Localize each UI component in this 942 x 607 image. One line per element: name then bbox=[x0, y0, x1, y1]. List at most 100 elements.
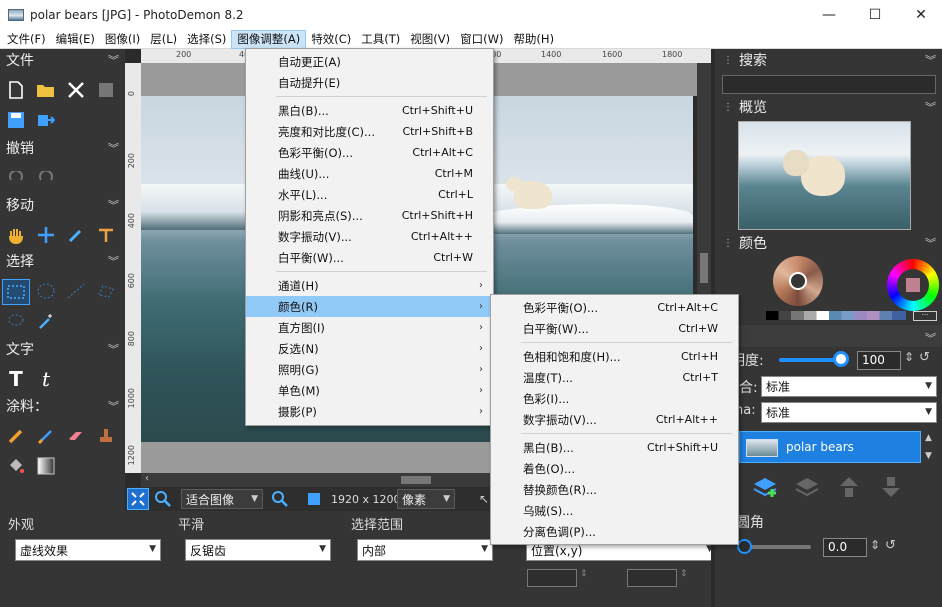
smooth-select[interactable]: 反锯齿 ▼ bbox=[185, 539, 331, 561]
save-disabled-icon[interactable] bbox=[94, 78, 118, 102]
layer-scroll-up-icon[interactable]: ▲ bbox=[925, 433, 932, 443]
menu-image[interactable]: 图像(I) bbox=[100, 30, 145, 49]
menu-item[interactable]: 通道(H) › bbox=[246, 275, 491, 296]
color-panel-header[interactable]: ⋮ 颜色 ︾ bbox=[717, 232, 942, 254]
typography-tool-icon[interactable]: t bbox=[34, 367, 58, 391]
menu-item[interactable]: 黑白(B)... Ctrl+Shift+U bbox=[246, 100, 491, 121]
color-wheel-small[interactable] bbox=[773, 256, 823, 306]
move-panel-header[interactable]: 移动 ︾ bbox=[0, 194, 125, 216]
menu-item[interactable]: 曲线(U)... Ctrl+M bbox=[246, 163, 491, 184]
spinner-icon[interactable]: ⇕ bbox=[870, 538, 880, 552]
spinner-icon[interactable]: ⇕ bbox=[904, 350, 914, 364]
text-panel-header[interactable]: 文字 ︾ bbox=[0, 338, 125, 360]
menu-item[interactable]: 照明(G) › bbox=[246, 359, 491, 380]
menu-effects[interactable]: 特效(C) bbox=[306, 30, 356, 49]
position-y-input[interactable] bbox=[627, 569, 677, 587]
fit-screen-icon[interactable] bbox=[127, 488, 149, 510]
clone-stamp-icon[interactable] bbox=[94, 424, 118, 448]
menu-edit[interactable]: 编辑(E) bbox=[51, 30, 100, 49]
move-layer-down-icon[interactable] bbox=[877, 473, 905, 501]
scroll-left-icon[interactable]: ‹ bbox=[145, 473, 149, 484]
menu-item[interactable]: 数字振动(V)... Ctrl+Alt++ bbox=[246, 226, 491, 247]
color-swatches[interactable] bbox=[766, 311, 906, 320]
hscroll-thumb[interactable] bbox=[401, 476, 431, 484]
menu-item[interactable]: 温度(T)... Ctrl+T bbox=[491, 367, 736, 388]
menu-item[interactable]: 摄影(P) › bbox=[246, 401, 491, 422]
opacity-slider-handle[interactable] bbox=[833, 351, 849, 367]
close-image-icon[interactable] bbox=[64, 78, 88, 102]
move-layer-up-icon[interactable] bbox=[835, 473, 863, 501]
layers-panel-header[interactable]: ︾ bbox=[717, 325, 942, 347]
menu-item[interactable]: 直方图(I) › bbox=[246, 317, 491, 338]
menu-item[interactable]: 颜色(R) › bbox=[246, 296, 491, 317]
zoom-out-icon[interactable] bbox=[152, 488, 174, 510]
menu-adjustments[interactable]: 图像调整(A) bbox=[231, 29, 307, 49]
spinner-icon[interactable]: ⇕ bbox=[680, 569, 688, 579]
file-panel-header[interactable]: 文件 ︾ bbox=[0, 49, 125, 71]
menu-item[interactable]: 白平衡(W)... Ctrl+W bbox=[491, 318, 736, 339]
gradient-icon[interactable] bbox=[34, 454, 58, 478]
corner-slider-handle[interactable] bbox=[737, 539, 752, 554]
ellipse-select-icon[interactable] bbox=[34, 279, 58, 303]
menu-item[interactable]: 着色(O)... bbox=[491, 458, 736, 479]
reset-icon[interactable]: ↺ bbox=[885, 538, 896, 553]
opacity-input[interactable]: 100 bbox=[857, 351, 901, 370]
vscroll-thumb[interactable] bbox=[700, 253, 708, 283]
menu-item[interactable]: 色相和饱和度(H)... Ctrl+H bbox=[491, 346, 736, 367]
more-swatches-icon[interactable]: ··· bbox=[913, 311, 937, 321]
menu-layer[interactable]: 层(L) bbox=[145, 30, 182, 49]
add-layer-icon[interactable] bbox=[751, 473, 779, 501]
menu-item[interactable]: 白平衡(W)... Ctrl+W bbox=[246, 247, 491, 268]
text-tool-icon[interactable]: T bbox=[4, 367, 28, 391]
menu-item[interactable]: 反选(N) › bbox=[246, 338, 491, 359]
paint-panel-header[interactable]: 涂料： ︾ bbox=[0, 395, 125, 417]
save-icon[interactable] bbox=[4, 108, 28, 132]
reset-icon[interactable]: ↺ bbox=[919, 350, 930, 365]
alpha-mode-select[interactable]: 标准 ▼ bbox=[761, 402, 937, 423]
corner-radius-input[interactable]: 0.0 bbox=[823, 538, 867, 557]
hand-icon[interactable] bbox=[4, 223, 28, 247]
hue-wheel[interactable] bbox=[887, 259, 939, 311]
maximize-button[interactable]: ☐ bbox=[852, 0, 898, 30]
menu-item[interactable]: 阴影和亮点(S)... Ctrl+Shift+H bbox=[246, 205, 491, 226]
overview-thumbnail[interactable] bbox=[738, 121, 911, 230]
search-panel-header[interactable]: ⋮ 搜索 ︾ bbox=[717, 49, 942, 71]
zoom-mode-select[interactable]: 适合图像 ▼ bbox=[181, 489, 263, 509]
menu-item[interactable]: 替换颜色(R)... bbox=[491, 479, 736, 500]
menu-item[interactable]: 自动提升(E) bbox=[246, 72, 491, 93]
select-panel-header[interactable]: 选择 ︾ bbox=[0, 250, 125, 272]
undo-panel-header[interactable]: 撤销 ︾ bbox=[0, 137, 125, 159]
blend-mode-select[interactable]: 标准 ▼ bbox=[761, 376, 937, 397]
menu-item[interactable]: 色彩平衡(O)... Ctrl+Alt+C bbox=[491, 297, 736, 318]
menu-item[interactable]: 色彩(I)... bbox=[491, 388, 736, 409]
lasso-select-icon[interactable] bbox=[4, 309, 28, 333]
menu-select[interactable]: 选择(S) bbox=[182, 30, 231, 49]
measure-icon[interactable] bbox=[94, 223, 118, 247]
layer-row[interactable]: polar bears bbox=[739, 431, 921, 463]
menu-item[interactable]: 黑白(B)... Ctrl+Shift+U bbox=[491, 437, 736, 458]
polygon-select-icon[interactable] bbox=[94, 279, 118, 303]
menu-window[interactable]: 窗口(W) bbox=[455, 30, 508, 49]
menu-item[interactable]: 水平(L)... Ctrl+L bbox=[246, 184, 491, 205]
rect-select-icon[interactable] bbox=[2, 279, 30, 305]
menu-item[interactable]: 乌贼(S)... bbox=[491, 500, 736, 521]
zoom-in-icon[interactable] bbox=[269, 488, 291, 510]
open-folder-icon[interactable] bbox=[34, 78, 58, 102]
new-file-icon[interactable] bbox=[4, 78, 28, 102]
line-select-icon[interactable] bbox=[64, 279, 88, 303]
position-x-input[interactable] bbox=[527, 569, 577, 587]
redo-icon[interactable] bbox=[34, 166, 58, 190]
eraser-icon[interactable] bbox=[64, 424, 88, 448]
fill-bucket-icon[interactable] bbox=[4, 454, 28, 478]
export-icon[interactable] bbox=[34, 108, 58, 132]
menu-file[interactable]: 文件(F) bbox=[2, 30, 51, 49]
menu-item[interactable]: 自动更正(A) bbox=[246, 51, 491, 72]
appearance-select[interactable]: 虚线效果 ▼ bbox=[15, 539, 161, 561]
selection-range-select[interactable]: 内部 ▼ bbox=[357, 539, 493, 561]
menu-help[interactable]: 帮助(H) bbox=[508, 30, 559, 49]
pencil-icon[interactable] bbox=[4, 424, 28, 448]
move-arrows-icon[interactable] bbox=[34, 223, 58, 247]
menu-item[interactable]: 分离色调(P)... bbox=[491, 521, 736, 542]
brush-icon[interactable] bbox=[34, 424, 58, 448]
unit-select[interactable]: 像素 ▼ bbox=[397, 489, 455, 509]
